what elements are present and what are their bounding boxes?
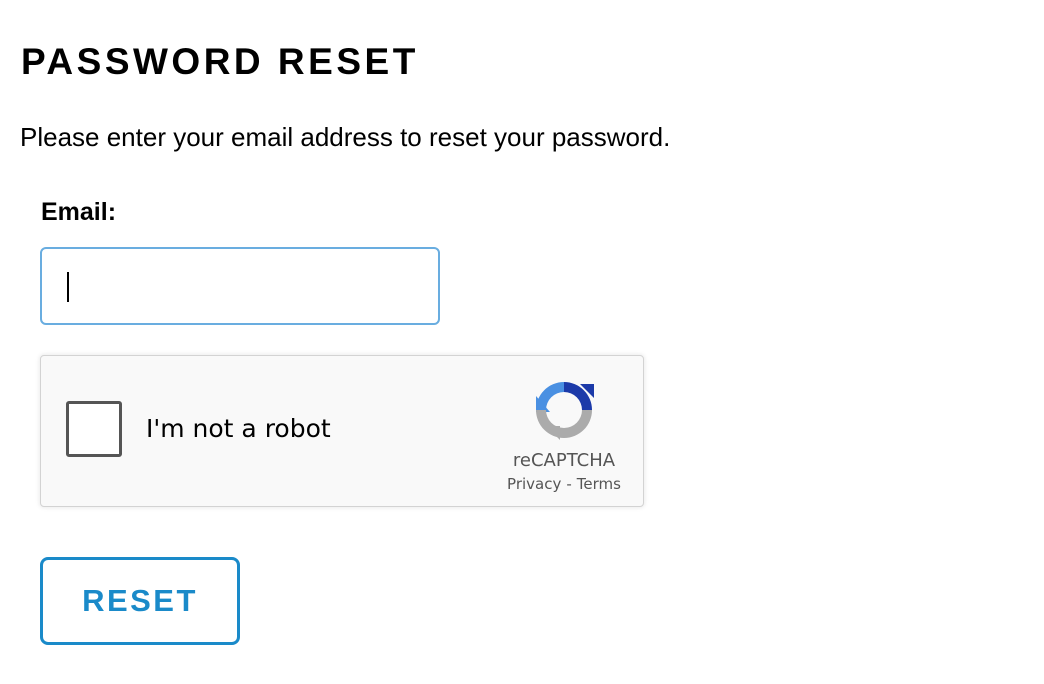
text-caret [67, 272, 69, 302]
email-field[interactable] [40, 247, 440, 325]
links-separator: - [566, 475, 572, 493]
page-title: PASSWORD RESET [21, 41, 419, 82]
recaptcha-links: Privacy - Terms [496, 475, 632, 493]
recaptcha-checkbox-label: I'm not a robot [146, 414, 331, 443]
recaptcha-logo-icon [536, 382, 594, 440]
terms-link[interactable]: Terms [577, 475, 621, 493]
reset-button[interactable]: RESET [40, 557, 240, 645]
privacy-link[interactable]: Privacy [507, 475, 561, 493]
email-label: Email: [41, 198, 117, 226]
recaptcha-checkbox[interactable] [66, 401, 122, 457]
recaptcha-brand: reCAPTCHA [512, 450, 616, 471]
instructions-text: Please enter your email address to reset… [20, 122, 671, 152]
recaptcha-widget: I'm not a robot reCAPTCHA Privacy - Terms [40, 355, 644, 507]
password-reset-page: PASSWORD RESET Please enter your email a… [0, 0, 1044, 684]
